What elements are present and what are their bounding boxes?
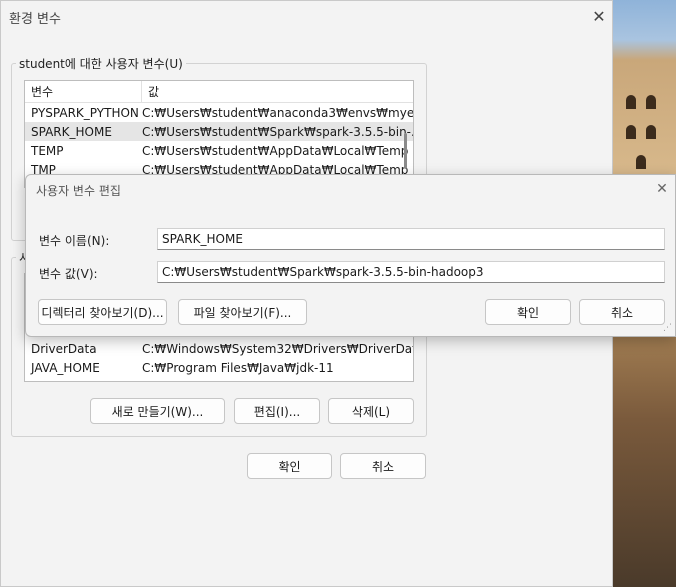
wallpaper-detail <box>646 95 656 109</box>
ok-button[interactable]: 확인 <box>247 453 332 479</box>
user-variables-list[interactable]: 변수 값 PYSPARK_PYTHON C:₩Users₩student₩ana… <box>24 80 414 188</box>
table-row-selected[interactable]: SPARK_HOME C:₩Users₩student₩Spark₩spark-… <box>25 122 413 141</box>
row-value: C:₩Users₩student₩AppData₩Local₩Temp <box>142 143 409 158</box>
variable-name-label: 변수 이름(N): <box>39 234 110 248</box>
close-icon[interactable]: ✕ <box>588 5 610 27</box>
edit-ok-button[interactable]: 확인 <box>485 299 571 325</box>
row-name: PYSPARK_PYTHON <box>31 105 139 120</box>
table-row[interactable]: TEMP C:₩Users₩student₩AppData₩Local₩Temp <box>25 141 413 160</box>
wallpaper-detail <box>646 125 656 139</box>
table-row[interactable]: JAVA_HOME C:₩Program Files₩Java₩jdk-11 <box>25 358 413 377</box>
row-name: SPARK_HOME <box>31 124 112 139</box>
row-value: C:₩Program Files₩Java₩jdk-11 <box>142 360 334 375</box>
column-header-value[interactable]: 값 <box>142 81 159 102</box>
row-value: C:₩Windows₩System32₩Drivers₩DriverData <box>142 341 413 356</box>
edit-dialog-title: 사용자 변수 편집 <box>36 184 121 198</box>
table-row[interactable]: DriverData C:₩Windows₩System32₩Drivers₩D… <box>25 339 413 358</box>
variable-value-input[interactable] <box>157 261 665 283</box>
resize-grip-icon[interactable]: ⋰ <box>663 324 672 333</box>
cancel-button[interactable]: 취소 <box>340 453 426 479</box>
row-name: DriverData <box>31 341 97 356</box>
edit-cancel-button[interactable]: 취소 <box>579 299 665 325</box>
browse-file-button[interactable]: 파일 찾아보기(F)... <box>178 299 307 325</box>
row-name: TEMP <box>31 143 64 158</box>
wallpaper-detail <box>626 95 636 109</box>
variable-name-input[interactable] <box>157 228 665 250</box>
table-row[interactable]: PYSPARK_PYTHON C:₩Users₩student₩anaconda… <box>25 103 413 122</box>
list-header: 변수 값 <box>25 81 413 103</box>
column-header-name[interactable]: 변수 <box>25 81 142 102</box>
new-variable-button[interactable]: 새로 만들기(W)... <box>90 398 225 424</box>
browse-directory-button[interactable]: 디렉터리 찾아보기(D)... <box>38 299 167 325</box>
row-value: C:₩Users₩student₩Spark₩spark-3.5.5-bin-.… <box>142 124 413 139</box>
list-scrollbar[interactable] <box>404 133 407 169</box>
edit-user-variable-dialog: 사용자 변수 편집 ✕ 변수 이름(N): 변수 값(V): 디렉터리 찾아보기… <box>25 174 676 337</box>
edit-variable-button[interactable]: 편집(I)... <box>234 398 320 424</box>
dialog-title: 환경 변수 <box>9 12 61 27</box>
variable-value-label: 변수 값(V): <box>39 267 98 281</box>
wallpaper-detail <box>636 155 646 169</box>
wallpaper-detail <box>626 125 636 139</box>
user-variables-label: student에 대한 사용자 변수(U) <box>16 55 186 72</box>
close-icon[interactable]: ✕ <box>651 178 673 200</box>
delete-variable-button[interactable]: 삭제(L) <box>328 398 414 424</box>
row-value: C:₩Users₩student₩anaconda3₩envs₩mye... <box>142 105 413 120</box>
row-name: JAVA_HOME <box>31 360 100 375</box>
